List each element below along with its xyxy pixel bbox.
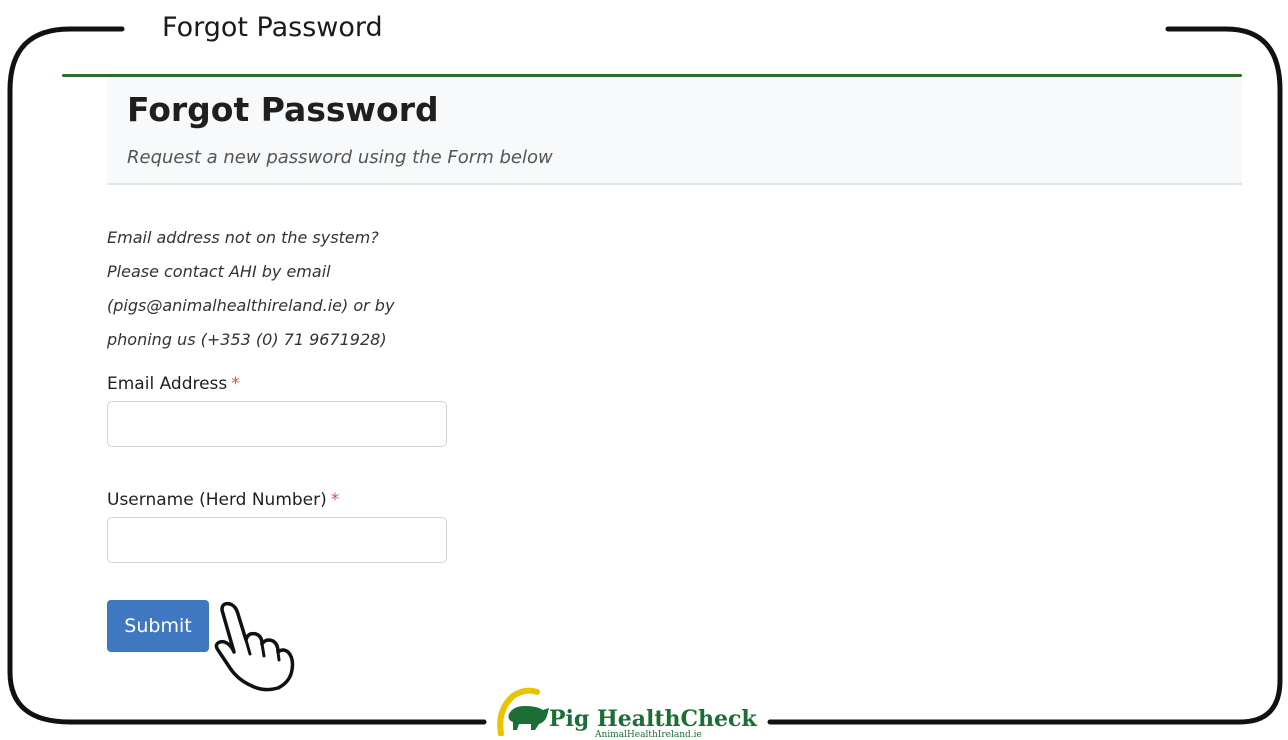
pig-logo-icon (497, 687, 549, 736)
logo-name: Pig HealthCheck (549, 706, 757, 732)
page-subtitle: Request a new password using the Form be… (127, 147, 553, 168)
note-line: phoning us (+353 (0) 71 9671928) (107, 330, 387, 349)
pig-healthcheck-logo: Pig HealthCheck AnimalHealthIreland.ie (495, 684, 765, 740)
note-line: Please contact AHI by email (107, 262, 331, 281)
email-input[interactable] (107, 401, 447, 447)
page-title: Forgot Password (127, 90, 439, 129)
username-label: Username (Herd Number) * (107, 490, 339, 510)
required-marker: * (330, 490, 340, 510)
username-label-text: Username (Herd Number) (107, 490, 327, 510)
email-label: Email Address * (107, 374, 240, 394)
submit-button[interactable]: Submit (107, 600, 209, 652)
note-line: Email address not on the system? (107, 228, 379, 247)
page-header: Forgot Password Request a new password u… (107, 77, 1242, 185)
hand-pointer-icon (214, 601, 295, 692)
contact-note: Email address not on the system? Please … (107, 221, 507, 357)
note-line: (pigs@animalhealthireland.ie) or by (107, 296, 395, 315)
frame-title: Forgot Password (158, 12, 387, 43)
required-marker: * (231, 374, 240, 394)
username-input[interactable] (107, 517, 447, 563)
logo-site: AnimalHealthIreland.ie (595, 730, 702, 740)
email-label-text: Email Address (107, 374, 228, 394)
